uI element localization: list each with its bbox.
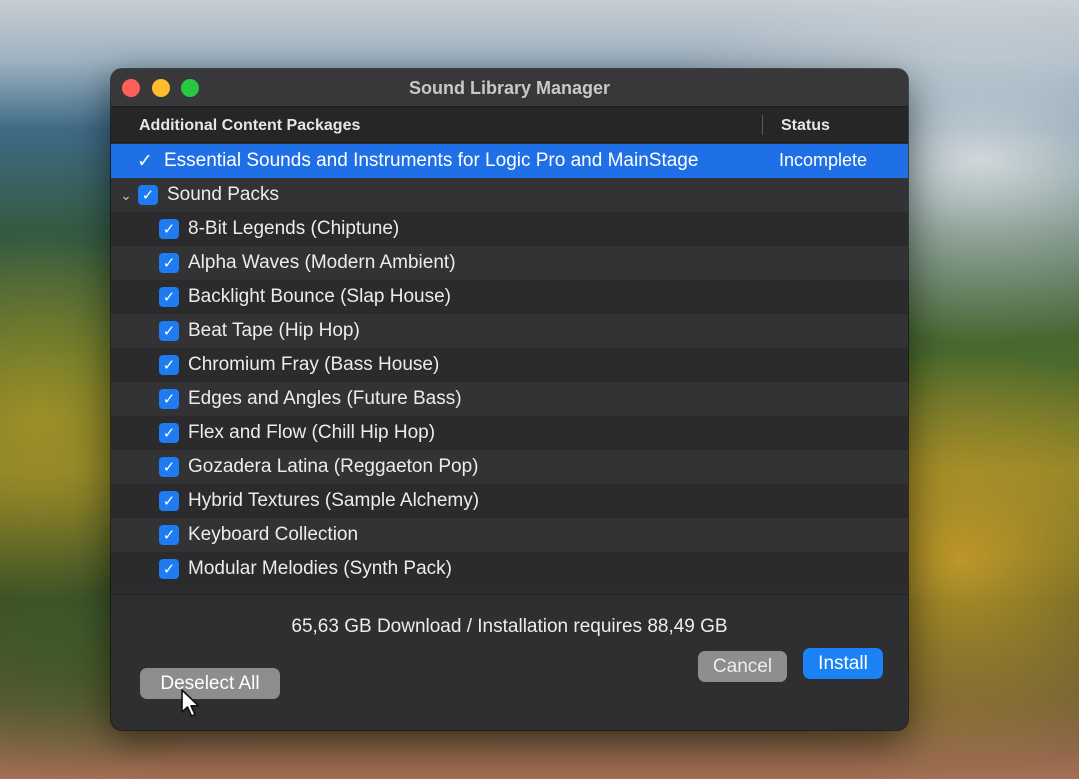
check-icon[interactable]: ✓ (159, 423, 179, 443)
package-label: Essential Sounds and Instruments for Log… (164, 150, 699, 171)
sound-pack-label: Chromium Fray (Bass House) (188, 354, 440, 375)
chevron-down-icon[interactable]: ⌄ (116, 187, 136, 204)
sound-pack-row[interactable]: ✓ Chromium Fray (Bass House) (111, 348, 908, 382)
sound-pack-row[interactable]: ✓ Alpha Waves (Modern Ambient) (111, 246, 908, 280)
footer-panel: 65,63 GB Download / Installation require… (111, 594, 908, 730)
check-icon[interactable]: ✓ (159, 219, 179, 239)
check-icon[interactable]: ✓ (159, 491, 179, 511)
check-icon[interactable]: ✓ (159, 253, 179, 273)
sound-pack-label: Modular Melodies (Synth Pack) (188, 558, 452, 579)
check-icon[interactable]: ✓ (159, 355, 179, 375)
check-icon[interactable]: ✓ (159, 525, 179, 545)
sound-pack-row[interactable]: ✓ 8-Bit Legends (Chiptune) (111, 212, 908, 246)
sound-pack-row[interactable]: ✓ Modular Melodies (Synth Pack) (111, 552, 908, 586)
deselect-all-button[interactable]: Deselect All (140, 668, 280, 699)
column-header-status[interactable]: Status (781, 117, 830, 135)
sound-pack-row[interactable]: ✓ Keyboard Collection (111, 518, 908, 552)
window-title: Sound Library Manager (408, 78, 611, 98)
check-icon[interactable]: ✓ (138, 185, 158, 205)
check-icon[interactable]: ✓ (159, 287, 179, 307)
sound-pack-row[interactable]: ✓ Gozadera Latina (Reggaeton Pop) (111, 450, 908, 484)
sound-pack-label: Gozadera Latina (Reggaeton Pop) (188, 456, 479, 477)
column-header: Additional Content Packages Status (111, 107, 908, 143)
sound-pack-row[interactable]: ✓ Backlight Bounce (Slap House) (111, 280, 908, 314)
sound-pack-row[interactable]: ✓ Flex and Flow (Chill Hip Hop) (111, 416, 908, 450)
download-summary: 65,63 GB Download / Installation require… (291, 616, 728, 637)
group-label: Sound Packs (167, 184, 279, 205)
mouse-pointer-icon (181, 689, 200, 717)
column-header-packages[interactable]: Additional Content Packages (139, 117, 360, 135)
sound-pack-row[interactable]: ✓ Hybrid Textures (Sample Alchemy) (111, 484, 908, 518)
check-icon[interactable]: ✓ (135, 151, 155, 172)
check-icon[interactable]: ✓ (159, 457, 179, 477)
sound-pack-label: Keyboard Collection (188, 524, 359, 545)
check-icon[interactable]: ✓ (159, 321, 179, 341)
check-icon[interactable]: ✓ (159, 559, 179, 579)
sound-pack-label: Beat Tape (Hip Hop) (188, 320, 360, 341)
title-bar: Sound Library Manager (111, 69, 908, 107)
sound-pack-row[interactable]: ✓ Edges and Angles (Future Bass) (111, 382, 908, 416)
sound-pack-label: Edges and Angles (Future Bass) (188, 388, 462, 409)
package-group-sound-packs[interactable]: ⌄ ✓ Sound Packs (111, 178, 908, 212)
check-icon[interactable]: ✓ (159, 389, 179, 409)
package-list[interactable]: ✓ Essential Sounds and Instruments for L… (111, 144, 908, 594)
sound-pack-row[interactable]: ✓ Beat Tape (Hip Hop) (111, 314, 908, 348)
cancel-button[interactable]: Cancel (698, 651, 787, 682)
sound-library-window: Sound Library Manager Additional Content… (111, 69, 908, 730)
sound-pack-label: Flex and Flow (Chill Hip Hop) (188, 422, 436, 443)
sound-pack-label: 8-Bit Legends (Chiptune) (188, 218, 400, 239)
status-label: Incomplete (779, 150, 868, 170)
package-row-essential[interactable]: ✓ Essential Sounds and Instruments for L… (111, 144, 908, 178)
sound-pack-label: Hybrid Textures (Sample Alchemy) (188, 490, 480, 511)
sound-pack-label: Alpha Waves (Modern Ambient) (188, 252, 456, 273)
column-divider[interactable] (762, 115, 763, 135)
sound-pack-label: Backlight Bounce (Slap House) (188, 286, 451, 307)
install-button[interactable]: Install (803, 648, 883, 679)
